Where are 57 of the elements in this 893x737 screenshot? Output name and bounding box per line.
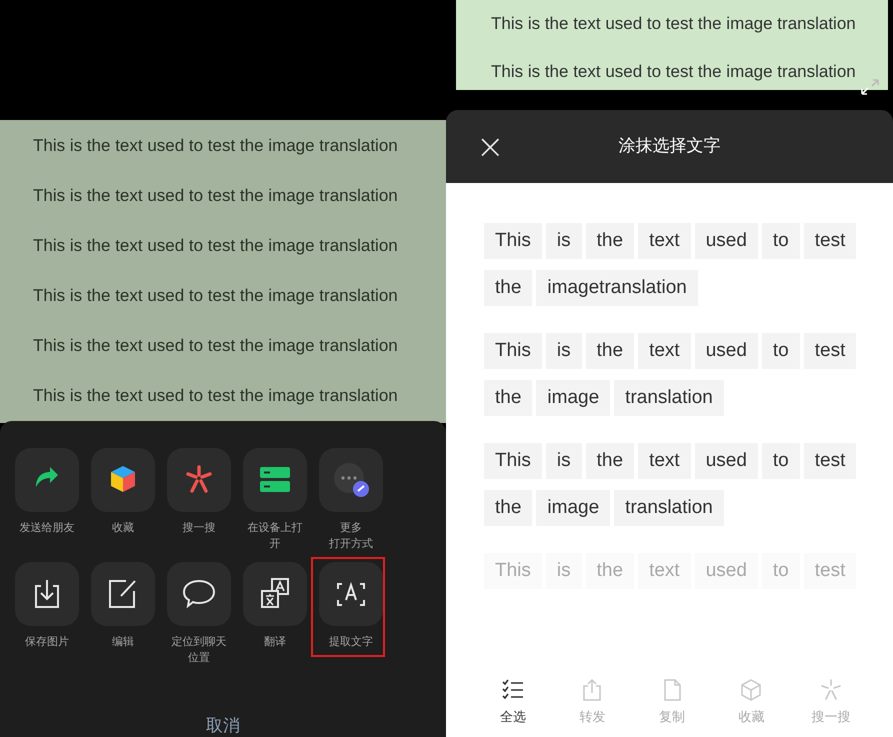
- word-chip[interactable]: is: [546, 333, 582, 369]
- option-label: 保存图片: [24, 634, 70, 650]
- more-icon: [332, 461, 370, 499]
- option-label: 提取文字: [328, 634, 374, 650]
- option-label: 更多: [339, 520, 363, 536]
- option-label: 在设备上打开: [246, 520, 304, 552]
- image-text: This is the text used to test the image translation: [491, 13, 857, 35]
- word-chip[interactable]: This: [484, 223, 542, 259]
- image-text: This is the text used to test the image translation: [33, 285, 399, 307]
- word-chip[interactable]: test: [804, 443, 856, 479]
- image-text: This is the text used to test the image translation: [33, 235, 399, 257]
- dialog-title: 涂抹选择文字: [618, 134, 720, 158]
- close-button[interactable]: ×: [476, 130, 504, 164]
- cube-icon: [739, 678, 764, 702]
- word-chip[interactable]: to: [762, 333, 800, 369]
- image-text: This is the text used to test the image translation: [33, 135, 399, 157]
- word-chip[interactable]: test: [804, 333, 856, 369]
- search-icon: [818, 678, 843, 702]
- word-chip[interactable]: test: [804, 223, 856, 259]
- word-chip[interactable]: translation: [614, 380, 724, 416]
- word-chip[interactable]: used: [694, 223, 758, 259]
- word-chip[interactable]: the: [484, 380, 532, 416]
- word-chip[interactable]: image: [536, 380, 610, 416]
- image-text: This is the text used to test the image translation: [491, 61, 857, 83]
- image-text: This is the text used to test the image translation: [33, 335, 399, 357]
- word-chip[interactable]: to: [762, 443, 800, 479]
- image-text: This is the text used to test the image translation: [33, 185, 399, 207]
- image-text: This is the text used to test the image translation: [33, 385, 399, 407]
- word-chip[interactable]: text: [638, 333, 691, 369]
- word-chip[interactable]: imagetranslation: [536, 270, 698, 306]
- checklist-icon: [500, 678, 525, 702]
- option-label: 搜一搜: [182, 520, 216, 536]
- word-chip[interactable]: text: [638, 223, 691, 259]
- cancel-button[interactable]: 取消: [206, 714, 240, 737]
- word-chip[interactable]: is: [546, 443, 582, 479]
- word-chip[interactable]: the: [484, 270, 532, 306]
- option-label: 打开方式: [329, 536, 373, 552]
- word-chip[interactable]: translation: [614, 490, 724, 526]
- word-chip[interactable]: the: [586, 223, 634, 259]
- word-chip[interactable]: the: [484, 490, 532, 526]
- word-chip[interactable]: the: [586, 333, 634, 369]
- word-chip[interactable]: the: [586, 443, 634, 479]
- option-label: 发送给朋友: [18, 520, 76, 536]
- toolbar-button[interactable]: 全选: [473, 678, 552, 728]
- word-chip[interactable]: This: [484, 443, 542, 479]
- option-label: 收藏: [111, 520, 135, 536]
- word-chip[interactable]: This: [484, 333, 542, 369]
- word-chip[interactable]: is: [546, 223, 582, 259]
- word-chip[interactable]: image: [536, 490, 610, 526]
- word-chip[interactable]: to: [762, 223, 800, 259]
- option-label: 编辑: [111, 634, 135, 650]
- option-label: 定位到聊天位置: [170, 634, 228, 666]
- word-chip[interactable]: used: [694, 333, 758, 369]
- option-label: 翻译: [263, 634, 287, 650]
- expand-icon[interactable]: [860, 78, 880, 96]
- word-chip[interactable]: used: [694, 443, 758, 479]
- word-chip[interactable]: text: [638, 443, 691, 479]
